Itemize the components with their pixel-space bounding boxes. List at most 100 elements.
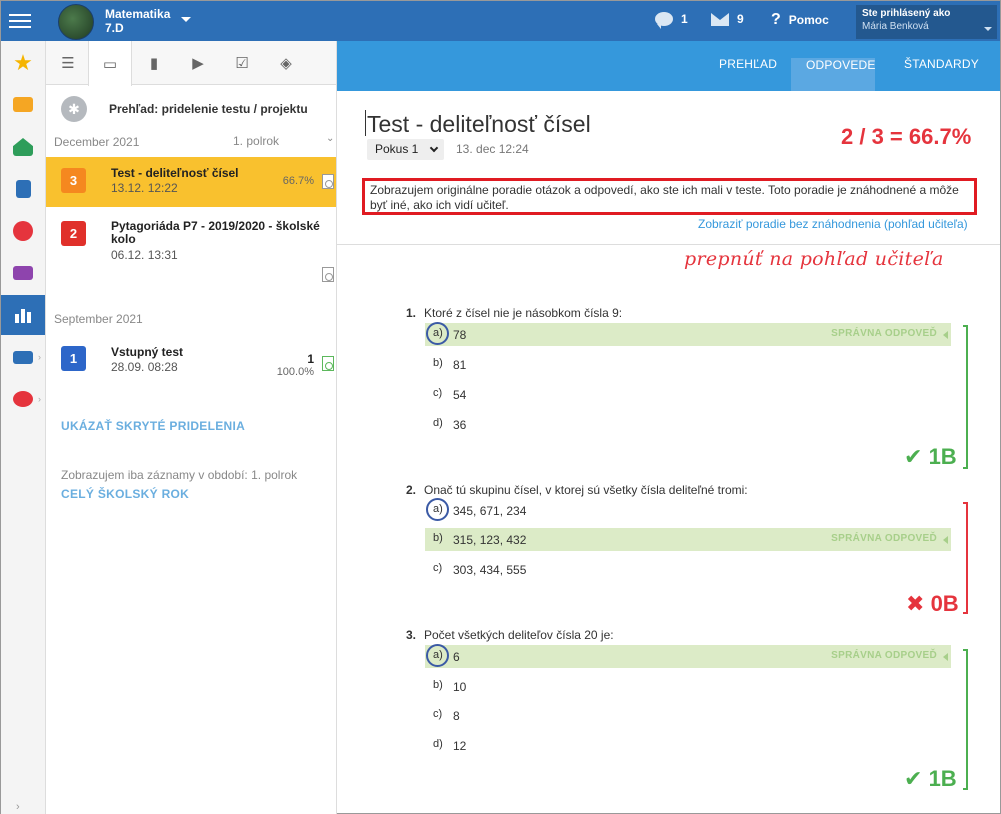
open-book-icon (13, 350, 33, 364)
question-points: ✔ 1B (904, 444, 957, 470)
panel-tabs: ☰ ▭ ▮ ▶ ☑ ◈ (46, 41, 336, 86)
messages-button[interactable]: 1 (655, 12, 688, 29)
assignment-item[interactable]: 2 Pytagoriáda P7 - 2019/2020 - školské k… (46, 207, 336, 287)
option-letter: a) (433, 503, 443, 515)
document-icon[interactable] (322, 267, 334, 282)
result-bracket (963, 649, 968, 790)
rail-favorites[interactable]: ★ (1, 43, 45, 83)
assignment-date: 28.09. 08:28 (111, 360, 178, 374)
chevron-down-icon[interactable]: ⌄ (326, 133, 334, 144)
rail-results[interactable] (1, 295, 45, 335)
correct-answer-label: SPRÁVNA ODPOVEĎ (831, 328, 937, 339)
menu-icon: ☰ (61, 55, 75, 72)
triangle-left-icon (943, 653, 948, 661)
option-letter: b) (433, 532, 443, 544)
check-icon: ✔ (904, 444, 923, 469)
section-december: December 2021 (54, 135, 140, 149)
chevron-down-icon[interactable] (181, 17, 191, 22)
chevron-down-icon (429, 143, 439, 153)
rail-mail[interactable] (1, 84, 45, 124)
question-number: 1. (406, 306, 417, 320)
option-letter: a) (433, 327, 443, 339)
option-letter: d) (433, 738, 443, 750)
test-detail: Test - deliteľnosť čísel Pokus 1 13. dec… (337, 91, 1000, 814)
tab-answers[interactable]: ODPOVEDE (806, 58, 876, 72)
rail-home[interactable] (1, 127, 45, 167)
answer-option: c) 303, 434, 555 (425, 558, 951, 581)
check-icon: ✔ (904, 766, 923, 791)
schedule-icon (13, 266, 33, 280)
document-icon[interactable] (322, 174, 334, 189)
result-bracket (963, 325, 968, 469)
rail-book[interactable] (1, 169, 45, 209)
assignment-number-badge: 1 (61, 346, 86, 371)
assignment-item[interactable]: 1 Vstupný test 28.09. 08:28 1 100.0% (46, 336, 336, 386)
total-score: 2 / 3 = 66.7% (841, 124, 972, 149)
answer-option: c) 54 (425, 383, 951, 406)
user-name: Mária Benková (862, 21, 929, 32)
help-label: Pomoc (788, 13, 829, 27)
rail-library[interactable]: › (1, 337, 45, 377)
correct-answer-label: SPRÁVNA ODPOVEĎ (831, 650, 937, 661)
option-text: 12 (453, 739, 467, 753)
class-subject: Matematika (105, 7, 171, 21)
show-hidden-link[interactable]: UKÁZAŤ SKRYTÉ PRIDELENIA (61, 419, 245, 433)
user-label: Ste prihlásený ako (862, 8, 951, 19)
backpack-icon: ▮ (149, 55, 159, 72)
rail-schedule[interactable] (1, 253, 45, 293)
tab-package[interactable]: ◈ (264, 41, 308, 85)
question-icon: ? (771, 11, 781, 28)
assignment-percent: 66.7% (282, 175, 314, 187)
question-number: 3. (406, 628, 417, 642)
class-avatar[interactable] (58, 4, 94, 40)
points-value: 1B (928, 766, 957, 791)
attempt-select[interactable]: Pokus 1 (367, 139, 444, 160)
tab-standards[interactable]: ŠTANDARDY (904, 57, 979, 71)
checklist-icon: ☑ (235, 55, 249, 72)
period-note: Zobrazujem iba záznamy v období: 1. polr… (61, 468, 298, 482)
tab-menu[interactable]: ☰ (46, 41, 90, 85)
answer-option: a) 78 SPRÁVNA ODPOVEĎ (425, 322, 951, 346)
assignment-date: 13.12. 12:22 (111, 181, 178, 195)
option-text: 303, 434, 555 (453, 563, 527, 577)
option-letter: d) (433, 417, 443, 429)
option-letter: c) (433, 708, 443, 720)
tab-checklist[interactable]: ☑ (220, 41, 264, 85)
chevron-down-icon (984, 27, 992, 31)
collapse-arrow-icon[interactable]: › (16, 801, 20, 813)
option-text: 8 (453, 709, 460, 723)
option-letter: b) (433, 357, 443, 369)
result-bracket (963, 502, 968, 614)
package-icon: ◈ (280, 55, 292, 72)
answer-option: b) 10 (425, 675, 951, 698)
tab-tests[interactable]: ▭ (88, 41, 132, 86)
full-year-link[interactable]: CELÝ ŠKOLSKÝ ROK (61, 487, 189, 501)
tab-homework[interactable]: ▮ (132, 41, 176, 85)
option-text: 78 (453, 328, 467, 342)
assignment-date: 06.12. 13:31 (111, 248, 178, 262)
top-bar: Matematika 7.D 1 9 ? Pomoc Ste prihlásen… (1, 1, 1000, 41)
teacher-view-link[interactable]: Zobraziť poradie bez znáhodnenia (pohľad… (698, 217, 968, 231)
hamburger-menu-icon[interactable] (9, 10, 31, 30)
tab-video[interactable]: ▶ (176, 41, 220, 85)
answer-option: a) 345, 671, 234 (425, 498, 951, 522)
points-value: 0B (930, 591, 959, 616)
user-selector[interactable]: Ste prihlásený ako Mária Benková (856, 5, 997, 39)
attempt-label: Pokus 1 (375, 142, 419, 156)
class-selector[interactable]: Matematika 7.D (105, 7, 170, 35)
document-icon[interactable] (322, 356, 334, 371)
test-title: Test - deliteľnosť čísel (367, 111, 591, 137)
option-letter: a) (433, 649, 443, 661)
rail-discussion[interactable]: › (1, 379, 45, 419)
messages-count: 1 (681, 12, 688, 26)
chevron-right-icon: › (38, 352, 41, 362)
help-button[interactable]: ? Pomoc (771, 11, 829, 29)
assignment-number-badge: 3 (61, 168, 86, 193)
option-text: 54 (453, 388, 467, 402)
overview-link[interactable]: ✱ Prehľad: pridelenie testu / projektu (46, 89, 336, 129)
mail-button[interactable]: 9 (711, 12, 744, 26)
question-points: ✔ 1B (904, 766, 957, 792)
assignment-item[interactable]: 3 Test - deliteľnosť čísel 13.12. 12:22 … (46, 157, 336, 207)
tab-overview[interactable]: PREHĽAD (719, 57, 777, 71)
rail-grades[interactable] (1, 211, 45, 251)
